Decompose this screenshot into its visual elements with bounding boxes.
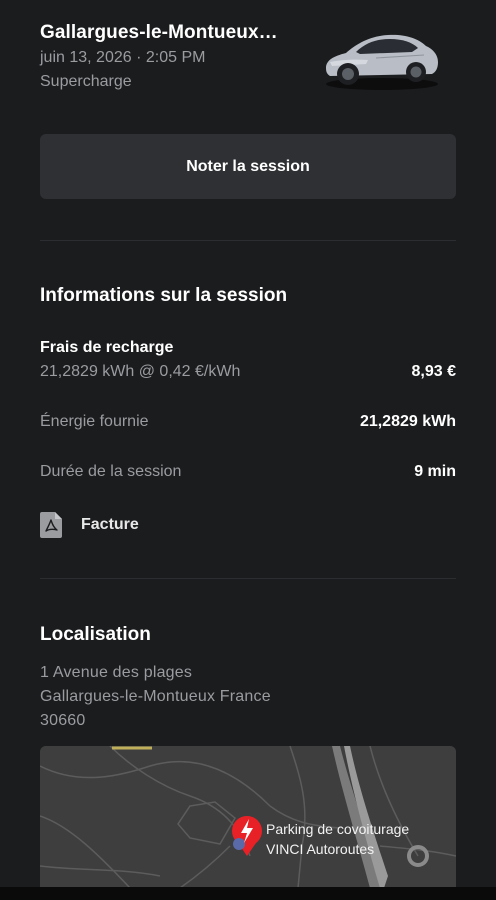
- session-info-heading: Informations sur la session: [40, 285, 288, 306]
- car-image-icon: [326, 34, 438, 90]
- energy-label: Énergie fournie: [40, 413, 149, 430]
- location-heading: Localisation: [40, 624, 151, 645]
- divider: [40, 240, 456, 241]
- session-title: Gallargues-le-Montueux…: [40, 22, 278, 43]
- map-roads: Parking de covoiturage VINCI Autoroutes: [40, 746, 456, 888]
- charge-fees-value: 8,93 €: [411, 363, 456, 380]
- address-line-1: 1 Avenue des plages: [40, 664, 193, 681]
- invoice-label: Facture: [81, 516, 139, 533]
- map-label-line-2: VINCI Autoroutes: [266, 841, 374, 857]
- rate-session-button[interactable]: Noter la session: [40, 134, 456, 199]
- invoice-link[interactable]: Facture: [40, 512, 139, 538]
- session-date: juin 13, 2026 · 2:05 PM: [40, 49, 206, 66]
- session-header: Gallargues-le-Montueux… juin 13, 2026 · …: [40, 18, 456, 98]
- duration-label: Durée de la session: [40, 463, 182, 480]
- duration-value: 9 min: [414, 463, 456, 480]
- charge-fees-detail: 21,2829 kWh @ 0,42 €/kWh: [40, 363, 241, 380]
- energy-value: 21,2829 kWh: [359, 413, 456, 430]
- map-label-line-1: Parking de covoiturage: [266, 821, 409, 837]
- location-map[interactable]: Parking de covoiturage VINCI Autoroutes: [40, 746, 456, 888]
- address-line-2: Gallargues-le-Montueux France: [40, 688, 271, 705]
- session-type: Supercharge: [40, 73, 132, 90]
- charge-fees-label: Frais de recharge: [40, 339, 174, 356]
- bottom-bar: [0, 887, 496, 900]
- divider: [40, 578, 456, 579]
- postal-code: 30660: [40, 712, 86, 729]
- pdf-icon: [40, 512, 62, 538]
